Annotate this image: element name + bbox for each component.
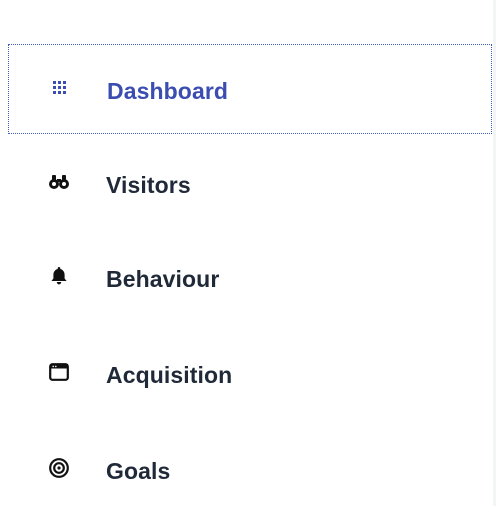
sidebar-item-goals[interactable]: Goals: [8, 422, 492, 518]
grid-icon: [50, 78, 70, 98]
sidebar-item-label: Visitors: [106, 172, 191, 198]
sidebar-item-label: Acquisition: [106, 362, 233, 388]
sidebar-item-visitors[interactable]: Visitors: [8, 134, 492, 230]
sidebar-item-dashboard[interactable]: Dashboard: [8, 44, 492, 134]
sidebar-item-label: Behaviour: [106, 266, 220, 292]
target-icon: [49, 458, 69, 478]
binoculars-icon: [49, 172, 69, 192]
sidebar-item-label: Dashboard: [107, 78, 229, 104]
sidebar-item-acquisition[interactable]: Acquisition: [8, 326, 492, 422]
window-icon: [49, 362, 69, 382]
bell-icon: [49, 266, 69, 286]
sidebar-item-behaviour[interactable]: Behaviour: [8, 230, 492, 326]
sidebar-item-label: Goals: [106, 458, 171, 484]
sidebar-nav: Dashboard Visitors Behaviour Acquisition…: [8, 44, 492, 518]
